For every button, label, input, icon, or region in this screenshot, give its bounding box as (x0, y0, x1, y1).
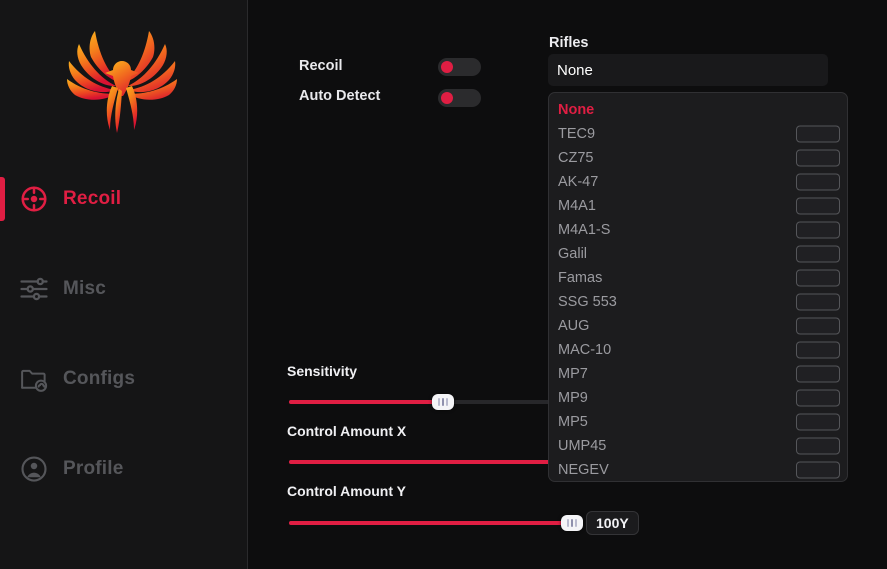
sidebar-item-label: Profile (63, 458, 124, 479)
dropdown-option[interactable]: AUG (549, 314, 847, 338)
rifles-select[interactable]: None (548, 54, 828, 86)
dropdown-option-keybind-box[interactable] (796, 365, 840, 383)
dropdown-option-label: CZ75 (558, 150, 594, 166)
dropdown-option[interactable]: AK-47 (549, 170, 847, 194)
dropdown-option-label: UMP45 (558, 438, 607, 454)
sidebar-item-label: Recoil (63, 188, 122, 209)
dropdown-option-label: AUG (558, 318, 590, 334)
rifles-group-title: Rifles (549, 35, 589, 51)
phoenix-logo (58, 26, 186, 142)
sliders-icon (18, 273, 50, 305)
dropdown-option-label: None (558, 102, 595, 118)
dropdown-option[interactable]: Famas (549, 266, 847, 290)
sidebar-item-configs[interactable]: Configs (0, 357, 248, 401)
dropdown-option[interactable]: UMP45 (549, 434, 847, 458)
dropdown-option-keybind-box[interactable] (796, 437, 840, 455)
active-indicator (0, 177, 5, 221)
dropdown-option-keybind-box[interactable] (796, 461, 840, 479)
dropdown-option-label: MP5 (558, 414, 588, 430)
dropdown-option-label: TEC9 (558, 126, 596, 142)
slider-fill (289, 460, 579, 464)
rifles-dropdown-list[interactable]: None TEC9 CZ75 AK-47 M4A1 M4A1-S Galil Famas SSG… (548, 92, 848, 482)
dropdown-option[interactable]: Galil (549, 242, 847, 266)
dropdown-option-label: Galil (558, 246, 588, 262)
dropdown-option-label: NEGEV (558, 462, 609, 478)
dropdown-option[interactable]: MP9 (549, 386, 847, 410)
sidebar-item-misc[interactable]: Misc (0, 267, 248, 311)
slider-fill (289, 400, 443, 404)
toggle-knob (441, 61, 453, 73)
recoil-toggle[interactable] (438, 58, 481, 76)
rifles-select-value: None (557, 61, 593, 79)
folder-cloud-icon (18, 363, 50, 395)
sidebar-item-label: Misc (63, 278, 107, 299)
dropdown-option[interactable]: NEGEV (549, 458, 847, 481)
dropdown-option-label: MP9 (558, 390, 588, 406)
recoil-toggle-label: Recoil (299, 58, 343, 74)
dropdown-option-keybind-box[interactable] (796, 245, 840, 263)
dropdown-option-label: MP7 (558, 366, 588, 382)
dropdown-option-keybind-box[interactable] (796, 413, 840, 431)
dropdown-option[interactable]: MP7 (549, 362, 847, 386)
slider-knob[interactable] (561, 515, 583, 531)
dropdown-option-keybind-box[interactable] (796, 317, 840, 335)
dropdown-option-keybind-box[interactable] (796, 293, 840, 311)
dropdown-option-keybind-box[interactable] (796, 269, 840, 287)
dropdown-option[interactable]: M4A1-S (549, 218, 847, 242)
sensitivity-slider[interactable] (289, 394, 579, 410)
sidebar-item-recoil[interactable]: Recoil (0, 177, 248, 221)
auto-detect-toggle-label: Auto Detect (299, 88, 381, 104)
sidebar-item-label: Configs (63, 368, 136, 389)
dropdown-option-label: M4A1-S (558, 222, 611, 238)
dropdown-option-keybind-box[interactable] (796, 125, 840, 143)
dropdown-option[interactable]: MAC-10 (549, 338, 847, 362)
crosshair-icon (18, 183, 50, 215)
slider-fill (289, 521, 572, 525)
control-amount-y-value: 100Y (586, 511, 639, 535)
dropdown-option[interactable]: M4A1 (549, 194, 847, 218)
dropdown-option-keybind-box[interactable] (796, 221, 840, 239)
dropdown-option-label: M4A1 (558, 198, 596, 214)
dropdown-option[interactable]: TEC9 (549, 122, 847, 146)
sidebar: Recoil Misc Configs Profile (0, 0, 248, 569)
slider-knob[interactable] (431, 394, 454, 410)
dropdown-option-label: Famas (558, 270, 603, 286)
dropdown-option-keybind-box[interactable] (796, 341, 840, 359)
dropdown-option[interactable]: SSG 553 (549, 290, 847, 314)
auto-detect-toggle[interactable] (438, 89, 481, 107)
sidebar-item-profile[interactable]: Profile (0, 447, 248, 491)
dropdown-option-keybind-box[interactable] (796, 173, 840, 191)
sensitivity-label: Sensitivity (287, 363, 358, 379)
app-window: Recoil Misc Configs Profile Recoil Auto … (0, 0, 887, 569)
dropdown-option[interactable]: CZ75 (549, 146, 847, 170)
dropdown-option-keybind-box[interactable] (796, 197, 840, 215)
dropdown-option-label: MAC-10 (558, 342, 612, 358)
toggle-knob (441, 92, 453, 104)
control-amount-x-slider[interactable] (289, 454, 590, 470)
control-amount-x-label: Control Amount X (287, 423, 407, 439)
dropdown-option-label: AK-47 (558, 174, 599, 190)
control-amount-y-slider[interactable] (289, 515, 583, 531)
user-circle-icon (18, 453, 50, 485)
dropdown-option-label: SSG 553 (558, 294, 617, 310)
control-amount-y-label: Control Amount Y (287, 483, 406, 499)
dropdown-option[interactable]: MP5 (549, 410, 847, 434)
dropdown-option-keybind-box[interactable] (796, 389, 840, 407)
dropdown-option-keybind-box[interactable] (796, 149, 840, 167)
dropdown-option[interactable]: None (549, 98, 847, 122)
